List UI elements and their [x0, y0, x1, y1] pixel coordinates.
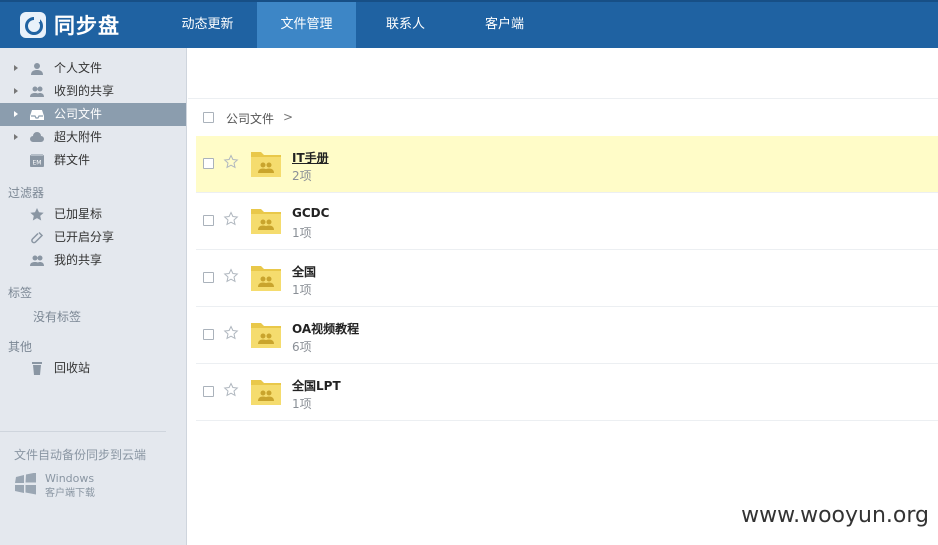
row-checkbox[interactable] — [203, 329, 214, 340]
sidebar-item-recycle-bin[interactable]: 回收站 — [0, 357, 186, 380]
folder-name[interactable]: 全国LPT — [292, 377, 341, 394]
sidebar-item-shared-enabled[interactable]: 已开启分享 — [0, 226, 186, 249]
sidebar-divider — [0, 431, 166, 432]
row-checkbox[interactable] — [203, 272, 214, 283]
sidebar-item-received-shares[interactable]: 收到的共享 — [0, 80, 186, 103]
sidebar-item-label: 回收站 — [54, 361, 91, 375]
link-icon — [31, 231, 44, 244]
star-outline-icon[interactable] — [223, 268, 239, 284]
breadcrumb-separator: > — [283, 110, 294, 124]
star-outline-icon[interactable] — [223, 382, 239, 398]
app-title: 同步盘 — [54, 14, 120, 38]
inbox-icon — [30, 110, 44, 120]
folder-item-count: 2项 — [292, 169, 312, 183]
sidebar-item-my-shares[interactable]: 我的共享 — [0, 249, 186, 272]
file-row[interactable]: GCDC 1项 — [196, 193, 938, 250]
windows-subtitle: 客户端下载 — [45, 488, 95, 499]
sidebar-item-label: 个人文件 — [54, 61, 103, 75]
breadcrumb-current[interactable]: 公司文件 — [226, 110, 274, 127]
shared-folder-icon — [251, 323, 281, 348]
star-outline-icon[interactable] — [223, 154, 239, 170]
shared-folder-icon — [251, 266, 281, 291]
users-icon — [30, 255, 44, 266]
sidebar-item-personal-files[interactable]: 个人文件 — [0, 57, 186, 80]
users-icon — [30, 86, 44, 97]
filters-heading: 过滤器 — [8, 186, 45, 200]
cloud-icon — [30, 132, 44, 142]
file-browser: 公司文件 > IT手册 2项 GCDC 1项 全国 1项 OA视频教程 6项 全… — [188, 48, 938, 545]
other-heading: 其他 — [8, 340, 33, 354]
file-row[interactable]: IT手册 2项 — [196, 136, 938, 193]
select-all-checkbox[interactable] — [203, 112, 214, 123]
row-checkbox[interactable] — [203, 215, 214, 226]
nav-tab-file-management[interactable]: 文件管理 — [257, 2, 356, 48]
sidebar-item-group-files[interactable]: EM 群文件 — [0, 149, 186, 172]
breadcrumb: 公司文件 > — [188, 104, 938, 132]
shared-folder-icon — [251, 209, 281, 234]
sidebar-item-label: 公司文件 — [54, 107, 103, 121]
sidebar-item-label: 已开启分享 — [54, 230, 115, 244]
main-nav: 动态更新 文件管理 联系人 客户端 — [158, 2, 554, 48]
em-icon: EM — [30, 154, 44, 167]
file-row[interactable]: 全国 1项 — [196, 250, 938, 307]
windows-client-download[interactable]: Windows 客户端下载 — [14, 470, 174, 500]
sync-logo-icon — [20, 12, 46, 38]
no-tags-text: 没有标签 — [33, 310, 82, 324]
trash-icon — [32, 362, 42, 375]
sidebar-item-company-files[interactable]: 公司文件 — [0, 103, 186, 126]
file-row[interactable]: OA视频教程 6项 — [196, 307, 938, 364]
row-checkbox[interactable] — [203, 158, 214, 169]
folder-name[interactable]: IT手册 — [292, 149, 329, 166]
shared-folder-icon — [251, 380, 281, 405]
row-checkbox[interactable] — [203, 386, 214, 397]
folder-item-count: 1项 — [292, 283, 312, 297]
folder-item-count: 1项 — [292, 397, 312, 411]
expand-arrow-icon[interactable] — [14, 111, 18, 117]
folder-name[interactable]: GCDC — [292, 206, 329, 220]
sidebar-item-label: 群文件 — [54, 153, 91, 167]
sidebar: 个人文件 收到的共享 公司文件 超大附件 EM 群文件 过滤器 已加星标 已开启… — [0, 48, 187, 545]
user-icon — [31, 63, 43, 75]
expand-arrow-icon[interactable] — [14, 88, 18, 94]
watermark-text: www.wooyun.org — [741, 503, 929, 528]
star-outline-icon[interactable] — [223, 211, 239, 227]
top-header: 同步盘 动态更新 文件管理 联系人 客户端 — [0, 0, 938, 48]
nav-tab-contacts[interactable]: 联系人 — [356, 2, 455, 48]
nav-tab-activity[interactable]: 动态更新 — [158, 2, 257, 48]
expand-arrow-icon[interactable] — [14, 134, 18, 140]
nav-tab-client[interactable]: 客户端 — [455, 2, 554, 48]
sidebar-item-label: 我的共享 — [54, 253, 103, 267]
folder-name[interactable]: OA视频教程 — [292, 320, 359, 337]
shared-folder-icon — [251, 152, 281, 177]
tags-heading: 标签 — [8, 286, 33, 300]
sidebar-item-label: 已加星标 — [54, 207, 103, 221]
sidebar-item-starred[interactable]: 已加星标 — [0, 203, 186, 226]
folder-item-count: 6项 — [292, 340, 312, 354]
expand-arrow-icon[interactable] — [14, 65, 18, 71]
svg-text:EM: EM — [33, 160, 42, 167]
sidebar-item-label: 超大附件 — [54, 130, 103, 144]
sidebar-item-label: 收到的共享 — [54, 84, 115, 98]
sidebar-item-large-attachments[interactable]: 超大附件 — [0, 126, 186, 149]
toolbar-divider — [188, 98, 938, 99]
app-logo[interactable]: 同步盘 — [20, 10, 120, 40]
backup-promo-text: 文件自动备份同步到云端 — [14, 448, 147, 462]
windows-logo-icon — [15, 473, 36, 495]
file-row[interactable]: 全国LPT 1项 — [196, 364, 938, 421]
star-icon — [30, 208, 44, 221]
star-outline-icon[interactable] — [223, 325, 239, 341]
folder-name[interactable]: 全国 — [292, 263, 316, 280]
folder-item-count: 1项 — [292, 226, 312, 240]
